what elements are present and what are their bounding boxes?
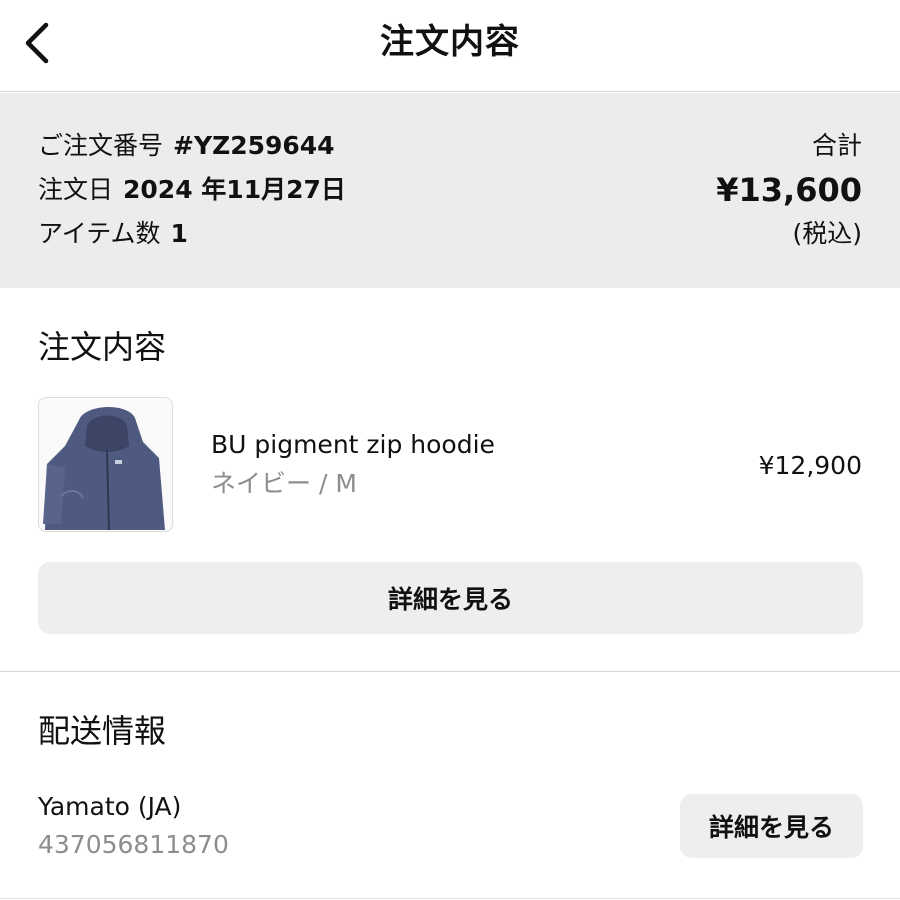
item-count-row: アイテム数 1	[38, 217, 188, 251]
order-number-row: ご注文番号 #YZ259644	[38, 129, 335, 163]
total-amount: ¥13,600	[716, 171, 862, 209]
order-details-button[interactable]: 詳細を見る	[38, 562, 863, 634]
order-summary: ご注文番号 #YZ259644 注文日 2024 年11月27日 アイテム数 1 合計…	[0, 93, 900, 288]
shipping-details-button[interactable]: 詳細を見る	[680, 794, 863, 858]
navigation-bar: 注文内容	[0, 0, 900, 92]
hoodie-image	[43, 406, 165, 531]
item-count-label: アイテム数	[38, 219, 161, 248]
section-divider	[0, 671, 900, 672]
order-date-label: 注文日	[38, 175, 114, 204]
shipping-section-title: 配送情報	[38, 712, 167, 750]
total-label: 合計	[811, 131, 862, 160]
order-number: #YZ259644	[173, 131, 335, 160]
tax-note: (税込)	[792, 219, 862, 248]
product-name[interactable]: BU pigment zip hoodie	[211, 428, 495, 462]
item-count: 1	[170, 219, 188, 248]
order-date: 2024 年11月27日	[123, 175, 346, 204]
bottom-divider	[0, 898, 900, 899]
order-number-label: ご注文番号	[38, 131, 164, 160]
order-detail-screen: 注文内容 ご注文番号 #YZ259644 注文日 2024 年11月27日 アイテム…	[0, 0, 900, 900]
product-price: ¥12,900	[758, 451, 862, 480]
order-section-title: 注文内容	[38, 328, 167, 366]
page-title: 注文内容	[380, 22, 520, 62]
product-thumbnail[interactable]	[38, 397, 173, 532]
product-variant: ネイビー / M	[211, 469, 357, 498]
tracking-number: 437056811870	[38, 830, 229, 859]
shipping-carrier: Yamato (JA)	[38, 792, 182, 821]
order-date-row: 注文日 2024 年11月27日	[38, 173, 346, 207]
